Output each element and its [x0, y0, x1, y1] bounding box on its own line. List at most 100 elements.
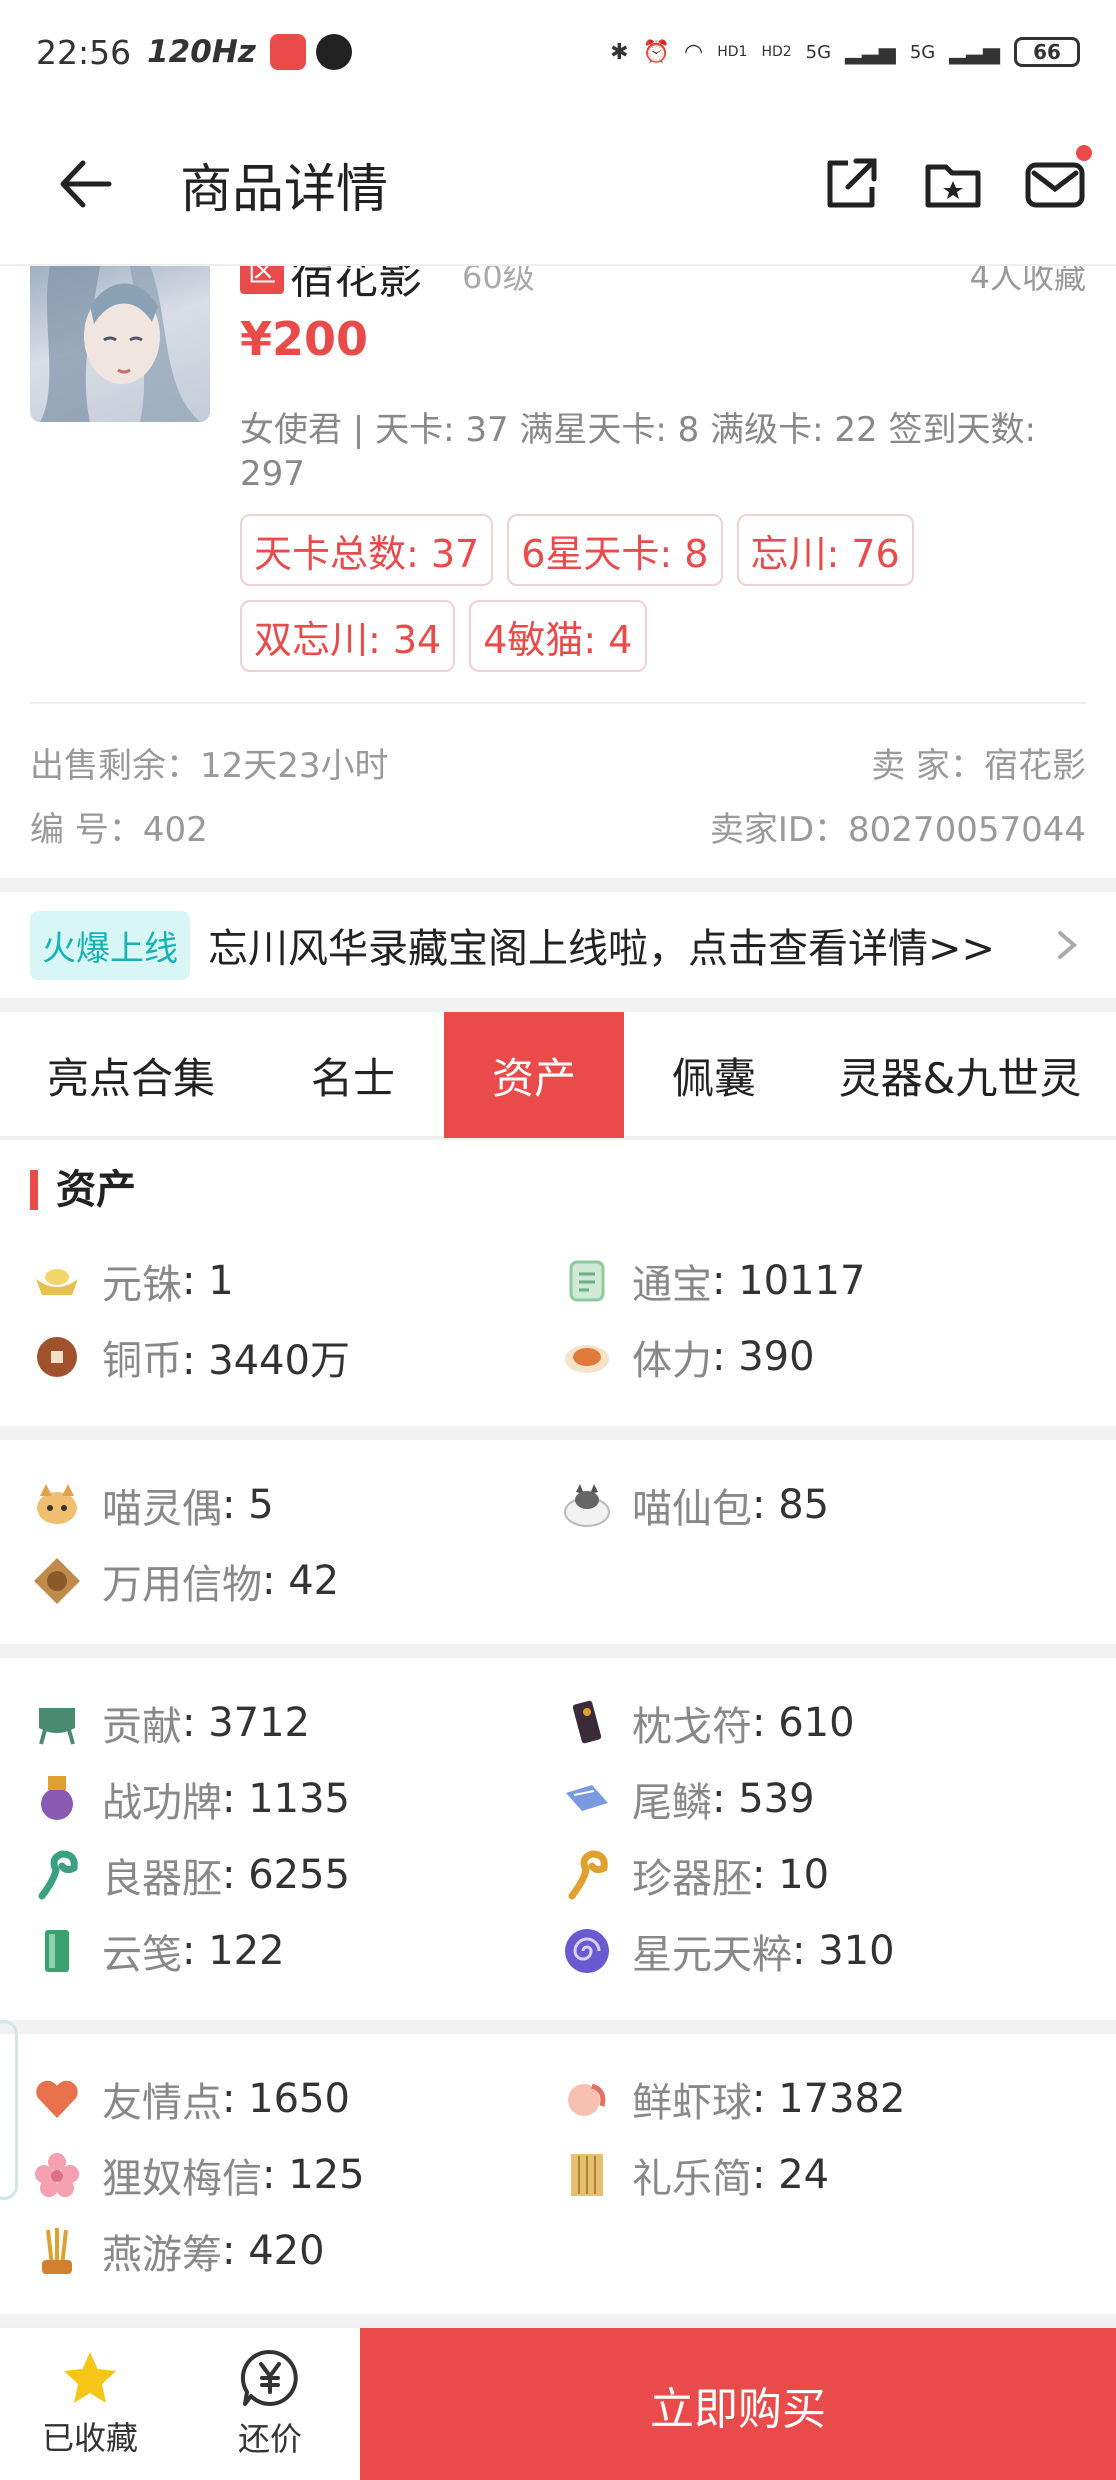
navigation-bar: 商品详情 [0, 104, 1116, 266]
favorite-label: 已收藏 [41, 2419, 138, 2457]
mail-icon [1025, 162, 1085, 208]
seller-name: 卖 家：宿花影 [871, 746, 1086, 786]
assets-group-materials: 贡献: 3712 枕戈符: 610 战功牌: 1135 尾鳞: 539 良器胚:… [0, 1658, 1116, 2020]
cat-doll-icon [30, 1478, 84, 1532]
price: ¥200 [240, 312, 369, 366]
copper-coin-icon [30, 1330, 84, 1384]
scale-icon [560, 1772, 614, 1826]
bamboo-slip-icon [560, 2148, 614, 2202]
signal-label-2: 5G [909, 41, 936, 63]
status-right: ✱ ⏰ ◠ HD1 HD2 5G ▂▃▅ 5G ▂▃▅ 66 [610, 37, 1080, 67]
section-title: 资产 [30, 1170, 136, 1210]
asset-item: 云笺: 122 [30, 1922, 285, 1980]
plum-blossom-icon [30, 2148, 84, 2202]
tab-assets[interactable]: 资产 [444, 1012, 624, 1138]
tab-pouch[interactable]: 佩囊 [624, 1012, 804, 1138]
status-bar: 22:56 120Hz ✱ ⏰ ◠ HD1 HD2 5G ▂▃▅ 5G ▂▃▅ … [0, 0, 1116, 104]
tab-heroes[interactable]: 名士 [262, 1012, 444, 1138]
buy-now-button[interactable]: 立即购买 [360, 2328, 1116, 2480]
tab-highlights[interactable]: 亮点合集 [0, 1012, 262, 1138]
hd-label-1: HD1 [717, 44, 748, 60]
jade-slip-icon [30, 1924, 84, 1978]
gold-ruyi-icon [560, 1848, 614, 1902]
jade-token-icon [560, 1254, 614, 1308]
gold-ingot-icon [30, 1254, 84, 1308]
highlight-tags: 天卡总数: 37 6星天卡: 8 忘川: 76 双忘川: 34 4敏猫: 4 [240, 514, 1100, 672]
asset-item: 战功牌: 1135 [30, 1770, 350, 1828]
info-row-2: 编 号：402 卖家ID：80270057044 [30, 802, 1086, 851]
share-icon [827, 158, 877, 208]
signal-label-1: 5G [805, 41, 832, 63]
favorite-count: 4人收藏 [969, 266, 1086, 296]
stamina-bowl-icon [560, 1330, 614, 1384]
folder-button[interactable] [922, 153, 984, 215]
bottom-action-bar: 已收藏 还价 立即购买 [0, 2326, 1116, 2480]
hot-badge: 火爆上线 [30, 910, 190, 980]
tag-item: 6星天卡: 8 [507, 514, 723, 586]
tag-item: 双忘川: 34 [240, 600, 456, 672]
asset-item: 良器胚: 6255 [30, 1846, 350, 1904]
star-icon [64, 2352, 116, 2403]
tag-item: 天卡总数: 37 [240, 514, 494, 586]
alarm-icon: ⏰ [642, 39, 671, 65]
back-arrow-icon [60, 160, 112, 208]
product-card: 区 宿花影 60级 4人收藏 ¥200 女使君 | 天卡: 37 满星天卡: 8… [0, 266, 1116, 878]
asset-item: 礼乐简: 24 [560, 2146, 829, 2204]
tag-item: 忘川: 76 [736, 514, 914, 586]
bargain-button[interactable]: 还价 [180, 2328, 360, 2480]
back-button[interactable] [40, 139, 130, 229]
asset-item: 狸奴梅信: 125 [30, 2146, 365, 2204]
refresh-rate: 120Hz [147, 34, 256, 70]
swirl-icon [560, 1924, 614, 1978]
asset-item: 通宝: 10117 [560, 1252, 865, 1310]
bluetooth-icon: ✱ [610, 39, 629, 65]
product-summary: 女使君 | 天卡: 37 满星天卡: 8 满级卡: 22 签到天数: 297 [240, 410, 1036, 494]
signal-icon-1: ▂▃▅ [845, 39, 896, 65]
qq-icon [315, 34, 352, 70]
bargain-label: 还价 [237, 2420, 302, 2458]
chevron-right-icon [1058, 931, 1078, 959]
asset-item: 元铢: 1 [30, 1252, 234, 1310]
asset-item: 贡献: 3712 [30, 1694, 310, 1752]
assets-group-cats: 喵灵偶: 5 喵仙包: 85 万用信物: 42 [0, 1440, 1116, 1644]
tab-artifacts[interactable]: 灵器&九世灵 [804, 1012, 1116, 1138]
assets-group-currency: 资产 元铢: 1 通宝: 10117 铜币: 3440万 体力: 390 [0, 1140, 1116, 1426]
role-name: 宿花影 [290, 266, 422, 304]
cat-bun-icon [560, 1478, 614, 1532]
message-button[interactable] [1024, 145, 1092, 215]
asset-item: 鲜虾球: 17382 [560, 2070, 905, 2128]
seller-id: 卖家ID：80270057044 [709, 810, 1086, 850]
nav-actions [820, 145, 1092, 215]
folder-star-icon [925, 164, 981, 208]
status-time: 22:56 [36, 32, 132, 72]
asset-item: 喵灵偶: 5 [30, 1476, 274, 1534]
share-button[interactable] [820, 153, 882, 215]
hd-label-2: HD2 [761, 44, 792, 60]
role-level: 60级 [462, 266, 535, 296]
info-row-1: 出售剩余：12天23小时 卖 家：宿花影 [30, 738, 1086, 787]
shrimp-ball-icon [560, 2072, 614, 2126]
heart-icon [30, 2072, 84, 2126]
asset-item: 尾鳞: 539 [560, 1770, 815, 1828]
character-avatar[interactable] [30, 266, 210, 422]
tripod-icon [30, 1696, 84, 1750]
floating-side-handle[interactable] [0, 2020, 18, 2200]
bargain-icon [240, 2349, 298, 2406]
token-icon [30, 1554, 84, 1608]
asset-item: 友情点: 1650 [30, 2070, 350, 2128]
favorite-button[interactable]: 已收藏 [0, 2328, 180, 2480]
green-ruyi-icon [30, 1848, 84, 1902]
asset-item: 枕戈符: 610 [560, 1694, 855, 1752]
item-number: 编 号：402 [30, 810, 208, 850]
announcement-banner[interactable]: 火爆上线 忘川风华录藏宝阁上线啦，点击查看详情>> [0, 892, 1116, 998]
wifi-icon: ◠ [684, 39, 704, 65]
asset-item: 星元天粹: 310 [560, 1922, 895, 1980]
asset-item: 体力: 390 [560, 1328, 815, 1386]
asset-item: 万用信物: 42 [30, 1552, 339, 1610]
notification-icons [269, 34, 352, 70]
asset-item: 珍器胚: 10 [560, 1846, 829, 1904]
talisman-icon [560, 1696, 614, 1750]
asset-item: 铜币: 3440万 [30, 1328, 350, 1386]
asset-item: 喵仙包: 85 [560, 1476, 829, 1534]
tab-bar: 亮点合集 名士 资产 佩囊 灵器&九世灵 [0, 1012, 1116, 1138]
